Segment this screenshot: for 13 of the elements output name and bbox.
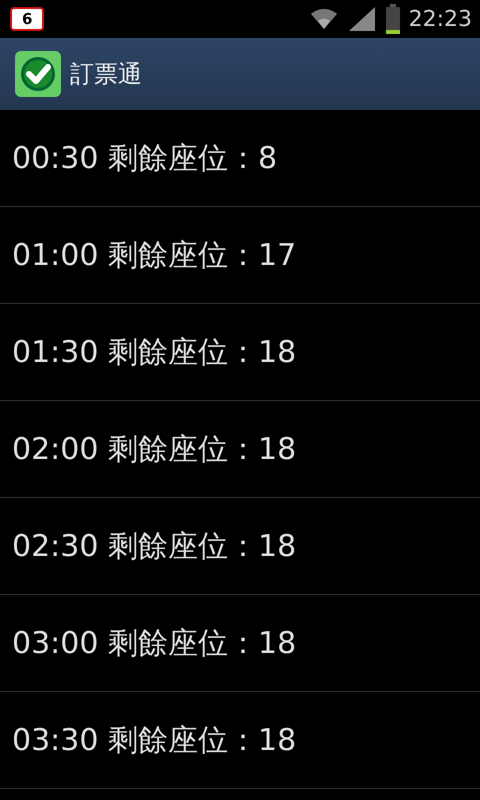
battery-icon xyxy=(384,4,401,34)
signal-icon xyxy=(346,5,377,33)
list-item[interactable]: 03:00 剩餘座位：18 xyxy=(0,595,480,692)
notification-badge: 6 xyxy=(10,7,44,31)
checkmark-app-icon xyxy=(14,50,62,98)
list-item[interactable]: 03:30 剩餘座位：18 xyxy=(0,692,480,789)
list-item[interactable]: 02:30 剩餘座位：18 xyxy=(0,498,480,595)
list-item[interactable]: 01:00 剩餘座位：17 xyxy=(0,207,480,304)
list-item[interactable]: 00:30 剩餘座位：8 xyxy=(0,110,480,207)
list-item[interactable]: 01:30 剩餘座位：18 xyxy=(0,304,480,401)
app-title: 訂票通 xyxy=(70,59,142,90)
clock-time: 22:23 xyxy=(408,6,472,32)
list-item[interactable]: 02:00 剩餘座位：18 xyxy=(0,401,480,498)
